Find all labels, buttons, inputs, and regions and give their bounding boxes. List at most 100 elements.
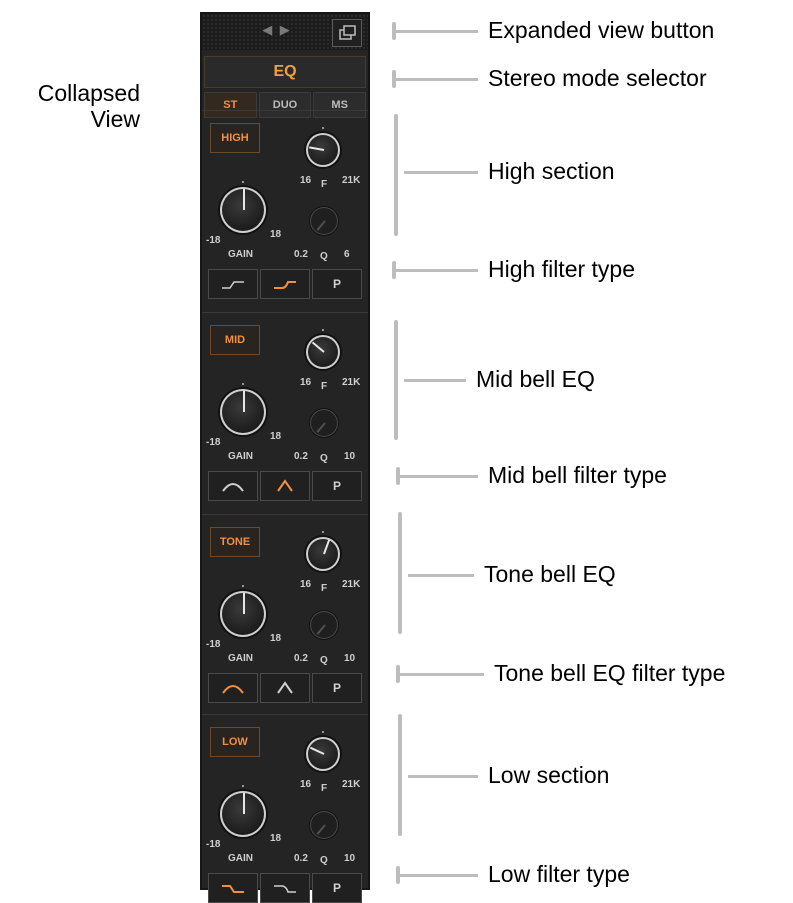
knob-indicator: [316, 422, 326, 433]
low-shelf-steep-icon: [274, 885, 296, 893]
filter-type-button-2[interactable]: [260, 673, 310, 703]
leader-line: [408, 775, 478, 778]
freq-min-label: 16: [300, 779, 312, 790]
freq-max-label: 21K: [342, 779, 361, 790]
eq-section-mid: MID 16 F 21K -18 18 GAIN 0.2 Q 10 P: [202, 312, 368, 515]
annotation-label: Stereo mode selector: [488, 65, 707, 91]
filter-type-button-1[interactable]: [208, 673, 258, 703]
knob-tick: [322, 731, 324, 733]
knob-tick: [322, 127, 324, 129]
bell-wide-icon: [222, 483, 244, 492]
bell-narrow-icon: [277, 681, 293, 694]
q-min-label: 0.2: [294, 451, 308, 462]
q-knob[interactable]: [310, 409, 338, 437]
gain-label: GAIN: [228, 853, 253, 864]
gain-max-label: 18: [270, 833, 282, 844]
filter-type-button-1[interactable]: [208, 269, 258, 299]
gain-min-label: -18: [206, 437, 221, 448]
freq-label: F: [321, 381, 328, 392]
freq-max-label: 21K: [342, 175, 361, 186]
q-label: Q: [320, 655, 328, 666]
section-toggle-button[interactable]: LOW: [210, 727, 260, 757]
q-min-label: 0.2: [294, 853, 308, 864]
filter-type-button-2[interactable]: [260, 873, 310, 903]
gain-min-label: -18: [206, 839, 221, 850]
shelf-soft-icon: [222, 281, 244, 289]
knob-indicator: [243, 391, 245, 412]
filter-type-p-button[interactable]: P: [312, 471, 362, 501]
knob-indicator: [243, 189, 245, 210]
gain-knob[interactable]: [220, 791, 266, 837]
q-label: Q: [320, 251, 328, 262]
expand-window-icon: [339, 25, 356, 40]
q-knob[interactable]: [310, 611, 338, 639]
q-min-label: 0.2: [294, 653, 308, 664]
filter-type-selector: P: [208, 673, 362, 703]
knob-indicator: [243, 593, 245, 614]
knob-indicator: [316, 624, 326, 635]
q-max-label: 10: [344, 451, 356, 462]
freq-max-label: 21K: [342, 377, 361, 388]
bracket-brace: [398, 714, 402, 836]
eq-section-high: HIGH 16 F 21K -18 18 GAIN 0.2 Q 6 P: [202, 110, 368, 313]
gain-max-label: 18: [270, 229, 282, 240]
filter-type-button-2[interactable]: [260, 471, 310, 501]
filter-type-p-button[interactable]: P: [312, 269, 362, 299]
freq-label: F: [321, 179, 328, 190]
frequency-knob[interactable]: [306, 335, 340, 369]
gain-knob[interactable]: [220, 187, 266, 233]
filter-type-button-1[interactable]: [208, 873, 258, 903]
gain-min-label: -18: [206, 639, 221, 650]
filter-type-selector: P: [208, 471, 362, 501]
knob-tick: [242, 585, 244, 587]
freq-min-label: 16: [300, 579, 312, 590]
leader-line: [392, 269, 478, 272]
leader-line: [396, 475, 478, 478]
leader-line: [396, 673, 484, 676]
leader-line: [396, 874, 478, 877]
filter-type-selector: P: [208, 269, 362, 299]
annotation-label: High section: [488, 158, 615, 184]
nav-arrows-icon[interactable]: ◀ ▶: [222, 22, 332, 38]
knob-indicator: [323, 539, 331, 555]
leader-line: [404, 171, 478, 174]
q-min-label: 0.2: [294, 249, 308, 260]
section-toggle-button[interactable]: TONE: [210, 527, 260, 557]
frequency-knob[interactable]: [306, 133, 340, 167]
knob-tick: [242, 383, 244, 385]
q-knob[interactable]: [310, 811, 338, 839]
section-toggle-button[interactable]: MID: [210, 325, 260, 355]
knob-indicator: [243, 793, 245, 814]
filter-type-button-2[interactable]: [260, 269, 310, 299]
bracket-brace: [398, 512, 402, 634]
gain-knob[interactable]: [220, 389, 266, 435]
annotation-label: Tone bell EQ: [484, 561, 616, 587]
eq-plugin-strip: ◀ ▶ EQ ST DUO MS HIGH 16 F 21K -18 18 GA…: [200, 12, 370, 903]
q-max-label: 6: [344, 249, 350, 260]
knob-indicator: [316, 220, 326, 231]
filter-type-p-button[interactable]: P: [312, 873, 362, 903]
knob-indicator: [316, 824, 326, 835]
leader-line: [404, 379, 466, 382]
bell-wide-icon: [222, 685, 244, 694]
knob-tick: [322, 531, 324, 533]
annotation-label: Low filter type: [488, 861, 630, 887]
expanded-view-button[interactable]: [332, 19, 362, 47]
gain-knob[interactable]: [220, 591, 266, 637]
knob-indicator: [309, 746, 325, 755]
shelf-steep-icon: [274, 281, 296, 289]
side-caption-line2: View: [90, 106, 140, 132]
gain-max-label: 18: [270, 431, 282, 442]
section-toggle-button[interactable]: HIGH: [210, 123, 260, 153]
eq-section-low: LOW 16 F 21K -18 18 GAIN 0.2 Q 10 P: [202, 714, 368, 903]
q-knob[interactable]: [310, 207, 338, 235]
filter-type-p-button[interactable]: P: [312, 673, 362, 703]
knob-tick: [242, 785, 244, 787]
knob-indicator: [311, 341, 325, 353]
frequency-knob[interactable]: [306, 537, 340, 571]
eq-section-tone: TONE 16 F 21K -18 18 GAIN 0.2 Q 10 P: [202, 514, 368, 715]
bracket-brace: [394, 320, 398, 440]
q-label: Q: [320, 855, 328, 866]
frequency-knob[interactable]: [306, 737, 340, 771]
filter-type-button-1[interactable]: [208, 471, 258, 501]
